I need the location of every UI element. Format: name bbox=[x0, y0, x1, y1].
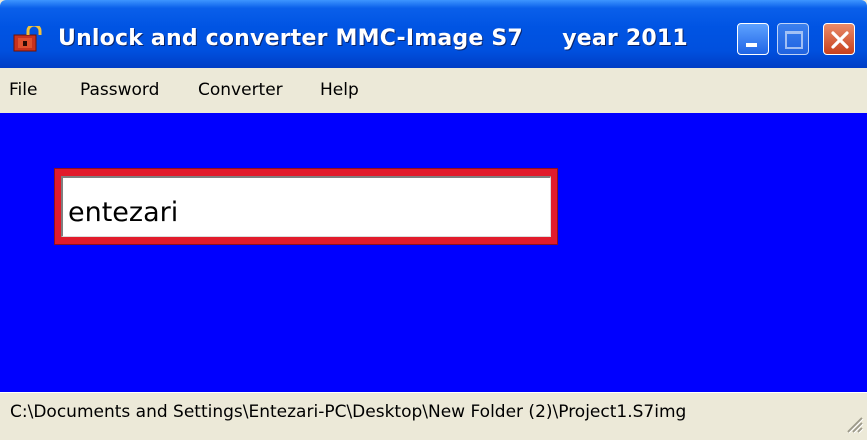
app-window: Unlock and converter MMC-Image S7 year 2… bbox=[0, 0, 867, 440]
resize-grip-icon[interactable] bbox=[842, 412, 864, 434]
menu-password[interactable]: Password bbox=[80, 80, 159, 100]
menu-converter[interactable]: Converter bbox=[198, 80, 283, 100]
close-icon[interactable] bbox=[823, 23, 855, 55]
password-input[interactable] bbox=[61, 176, 551, 237]
client-area bbox=[0, 113, 867, 392]
title-bar[interactable]: Unlock and converter MMC-Image S7 year 2… bbox=[0, 0, 867, 68]
padlock-icon[interactable] bbox=[13, 23, 43, 52]
maximize-icon[interactable] bbox=[777, 23, 809, 55]
status-file-path: C:\Documents and Settings\Entezari-PC\De… bbox=[10, 402, 687, 422]
window-title: Unlock and converter MMC-Image S7 year 2… bbox=[58, 26, 688, 51]
menu-help[interactable]: Help bbox=[320, 80, 359, 100]
menu-file[interactable]: File bbox=[9, 80, 37, 100]
minimize-icon[interactable] bbox=[737, 23, 769, 55]
